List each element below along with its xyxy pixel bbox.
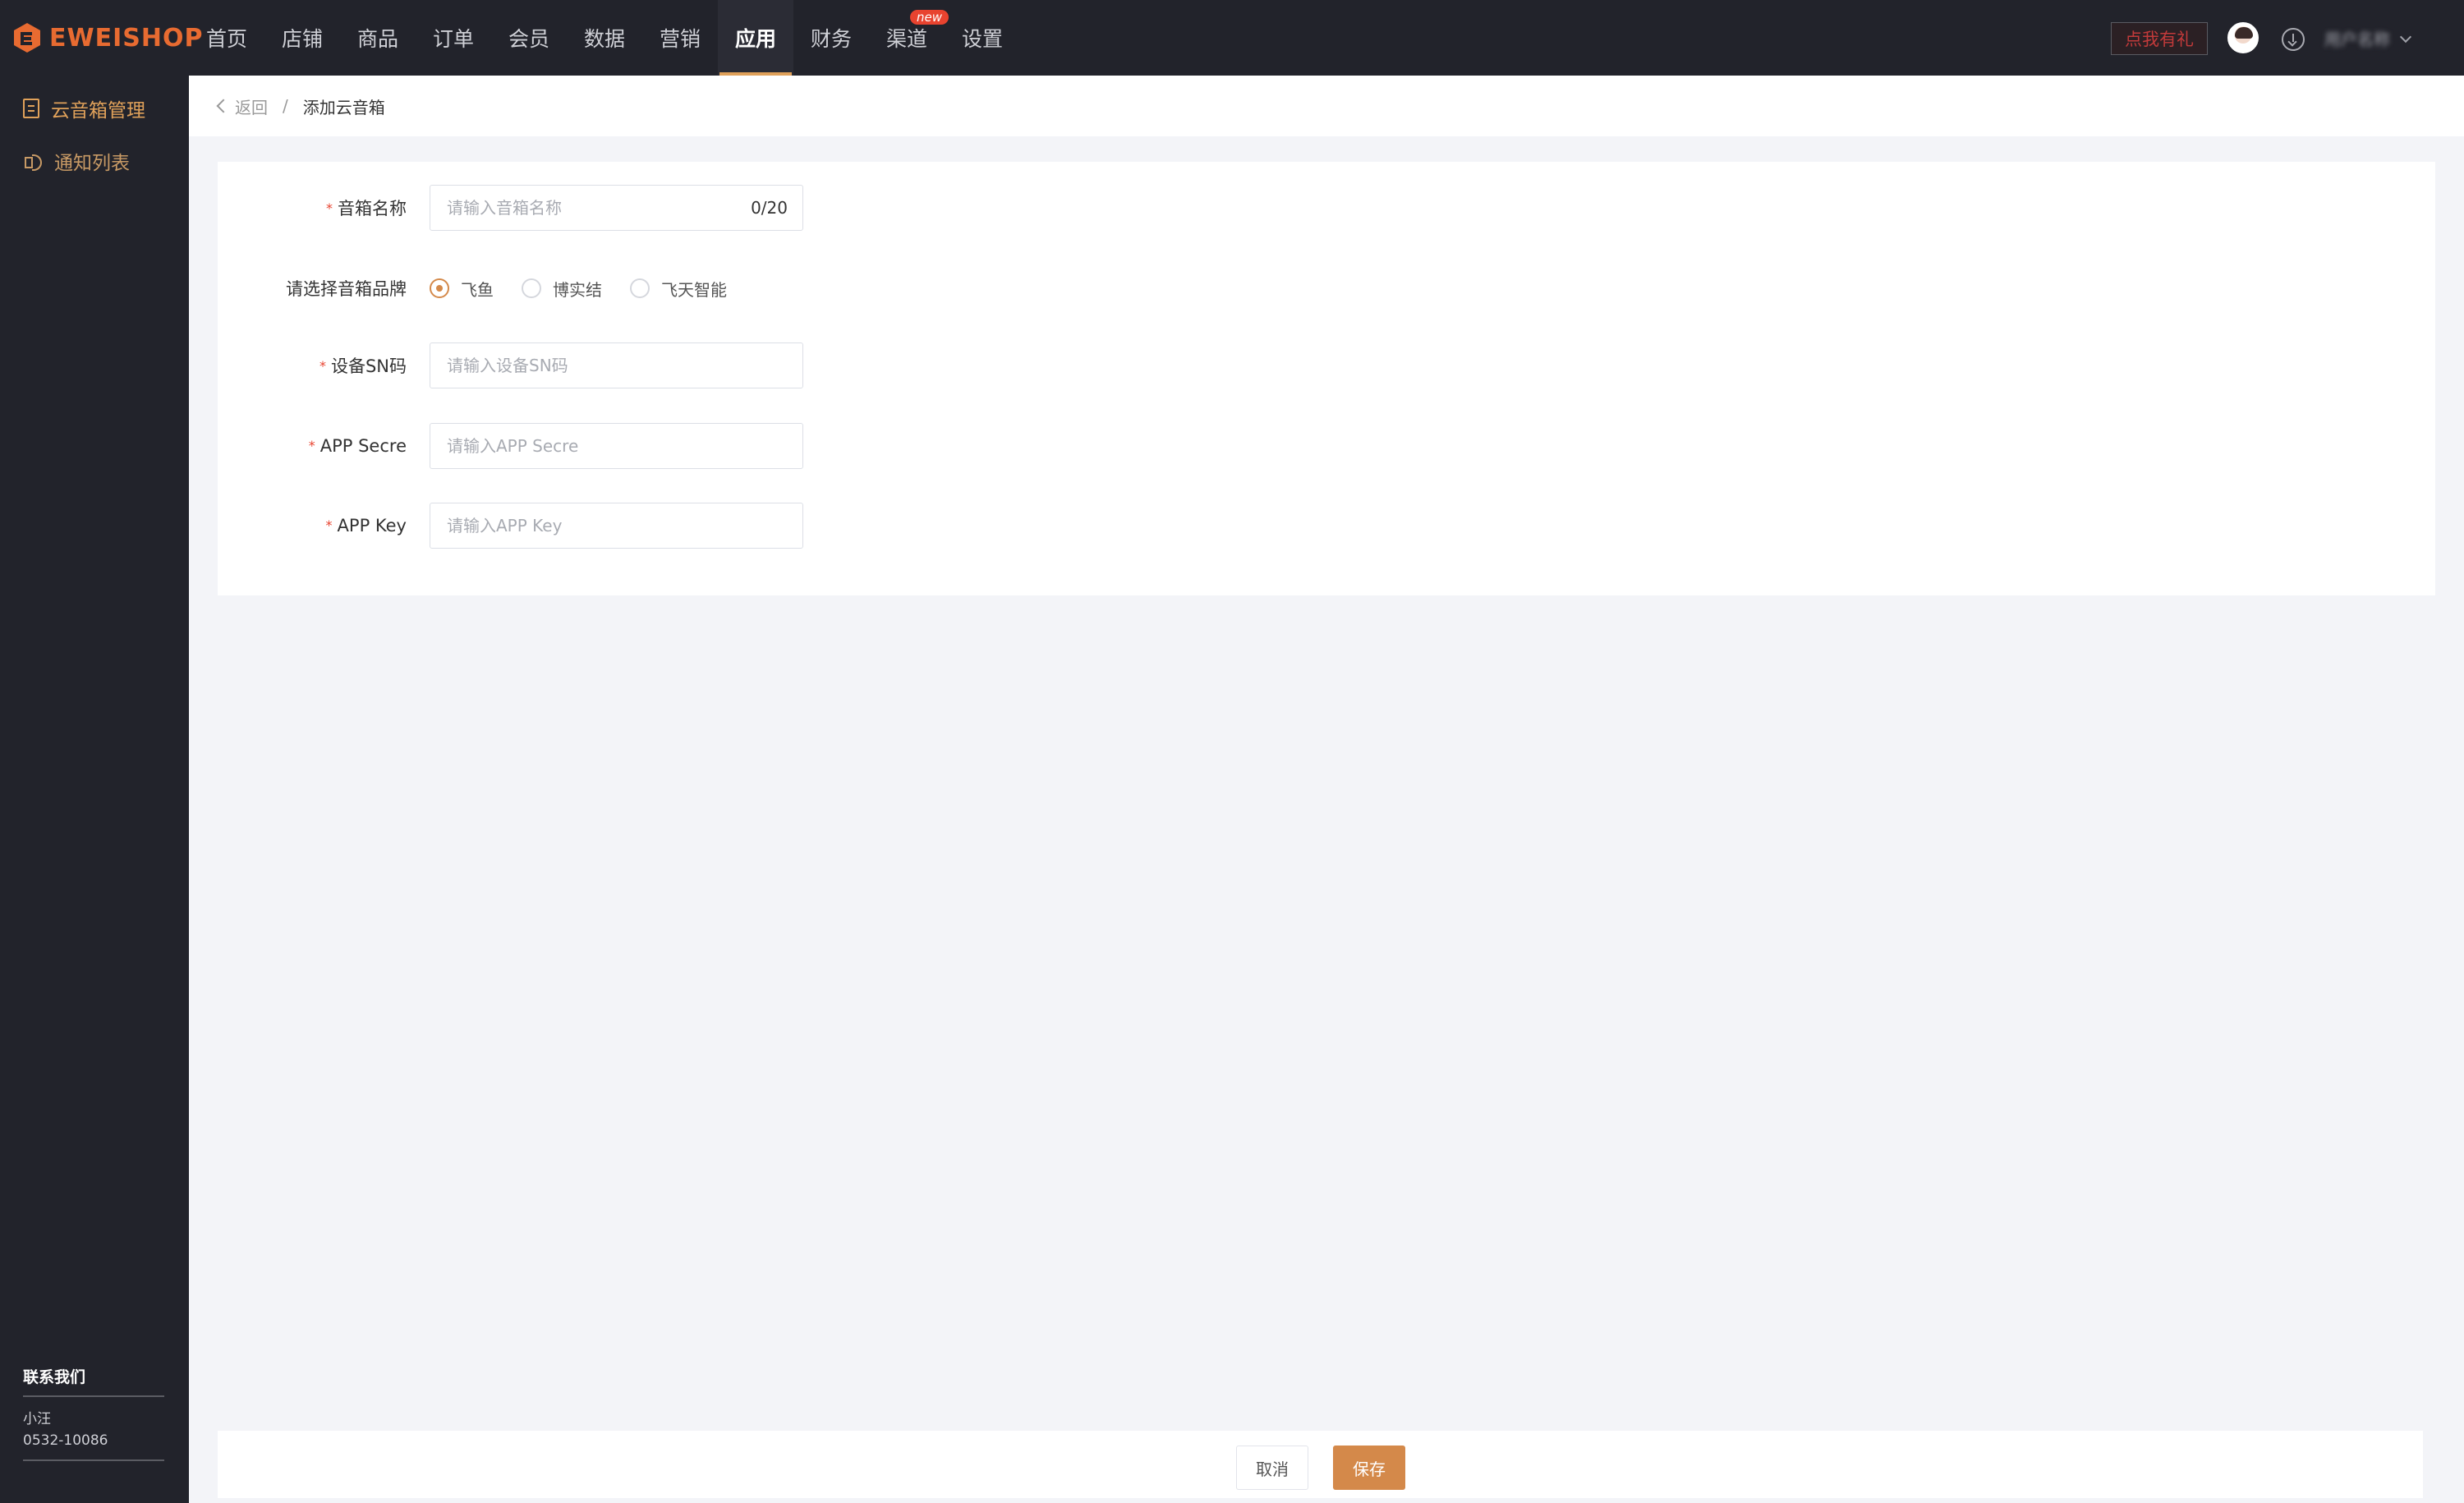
field-label: * 音箱名称 (218, 195, 407, 220)
sidebar-item-label: 云音箱管理 (51, 100, 145, 122)
sn-field[interactable] (430, 342, 803, 388)
form-card: *音箱名称 0/20 请选择音箱品牌 飞鱼 博实结 飞天智能 *设备SN码 (218, 162, 2435, 595)
nav-label: 店铺 (281, 27, 323, 51)
required-mark: * (326, 200, 333, 216)
new-badge: new (910, 10, 949, 25)
app-secre-field[interactable] (430, 423, 803, 469)
app-key-field[interactable] (430, 503, 803, 549)
field-label-text: 设备SN码 (330, 356, 407, 376)
form-row-app-key: * APP Key (218, 503, 2435, 549)
nav-item-orders[interactable]: 订单 (416, 0, 491, 76)
top-bar: EWEISHOP 首页 店铺 商品 订单 会员 数据 营销 应用 财务 渠道 n… (0, 0, 2464, 76)
back-link[interactable]: 返回 (235, 94, 268, 118)
radio-checked-icon[interactable] (430, 278, 449, 298)
form-row-sn: * 设备SN码 (218, 342, 2435, 388)
nav-item-settings[interactable]: 设置 (945, 0, 1020, 76)
breadcrumb-current: 添加云音箱 (302, 97, 385, 117)
nav-label: 会员 (508, 27, 549, 51)
speaker-name-input[interactable] (445, 197, 752, 218)
nav-label: 渠道 (885, 27, 927, 51)
nav-label: 营销 (659, 27, 701, 51)
nav-item-home[interactable]: 首页 (189, 0, 264, 76)
form-row-brand: 请选择音箱品牌 飞鱼 博实结 飞天智能 (218, 265, 2435, 311)
speaker-name-field[interactable]: 0/20 (430, 185, 803, 231)
char-counter: 0/20 (751, 198, 788, 218)
contact-phone: 0532-10086 (23, 1432, 108, 1449)
document-icon (23, 99, 39, 118)
field-label-text: 音箱名称 (338, 199, 407, 218)
cancel-button[interactable]: 取消 (1236, 1446, 1308, 1490)
contact-name: 小汪 (23, 1411, 51, 1427)
nav-label: 财务 (810, 27, 852, 51)
breadcrumb-separator: / (283, 96, 288, 116)
nav-label: 商品 (356, 27, 398, 51)
field-label: * 设备SN码 (218, 353, 407, 378)
nav-item-apps[interactable]: 应用 (718, 0, 793, 76)
nav-label: 设置 (961, 27, 1003, 51)
field-label: * APP Secre (218, 436, 407, 456)
chevron-left-icon[interactable] (216, 99, 231, 113)
field-label: 请选择音箱品牌 (286, 279, 407, 299)
nav-label: 应用 (734, 27, 776, 51)
download-icon[interactable] (2282, 28, 2305, 51)
logo-text: EWEISHOP (49, 23, 204, 53)
radio-unchecked-icon[interactable] (630, 278, 650, 298)
main-nav: 首页 店铺 商品 订单 会员 数据 营销 应用 财务 渠道 new 设置 (189, 0, 1020, 76)
nav-item-data[interactable]: 数据 (567, 0, 642, 76)
sidebar: 云音箱管理 通知列表 联系我们 小汪 0532-10086 (0, 76, 189, 1503)
form-row-speaker-name: * 音箱名称 0/20 (218, 185, 2435, 231)
logo-icon (14, 23, 40, 53)
brand-radio-boshijie[interactable]: 博实结 (522, 277, 602, 301)
field-label-text: APP Key (337, 516, 407, 535)
logo[interactable]: EWEISHOP (11, 0, 203, 76)
avatar[interactable] (2227, 22, 2259, 53)
field-label: * APP Key (218, 516, 407, 535)
save-button[interactable]: 保存 (1333, 1446, 1405, 1490)
contact-title: 联系我们 (23, 1365, 164, 1397)
speaker-icon (23, 151, 43, 171)
chevron-down-icon[interactable] (2399, 30, 2412, 44)
contact-info: 联系我们 小汪 0532-10086 (23, 1365, 164, 1461)
footer-action-bar: 取消 保存 (218, 1431, 2423, 1498)
nav-label: 首页 (205, 27, 247, 51)
nav-item-store[interactable]: 店铺 (264, 0, 340, 76)
required-mark: * (325, 517, 333, 533)
sn-input[interactable] (445, 355, 788, 376)
radio-unchecked-icon[interactable] (522, 278, 541, 298)
radio-label: 飞鱼 (461, 279, 494, 300)
sidebar-item-speaker-management[interactable]: 云音箱管理 (23, 92, 145, 125)
field-label-text: APP Secre (319, 436, 407, 456)
nav-item-marketing[interactable]: 营销 (642, 0, 718, 76)
nav-item-channels[interactable]: 渠道 new (869, 0, 949, 76)
radio-label: 博实结 (553, 279, 602, 300)
user-name[interactable]: 用户名称 (2324, 25, 2393, 51)
nav-item-products[interactable]: 商品 (340, 0, 416, 76)
radio-label: 飞天智能 (661, 279, 727, 300)
app-key-input[interactable] (445, 515, 788, 536)
brand-radio-feitian[interactable]: 飞天智能 (630, 277, 727, 301)
divider (23, 1459, 164, 1461)
brand-radio-feiyu[interactable]: 飞鱼 (430, 277, 494, 301)
sidebar-item-label: 通知列表 (54, 153, 130, 174)
app-secre-input[interactable] (445, 435, 788, 457)
required-mark: * (308, 438, 315, 453)
nav-item-members[interactable]: 会员 (491, 0, 567, 76)
gift-button[interactable]: 点我有礼 (2111, 22, 2208, 55)
nav-item-finance[interactable]: 财务 (793, 0, 869, 76)
breadcrumb: 返回 / 添加云音箱 (189, 76, 2464, 136)
nav-label: 订单 (432, 27, 474, 51)
sidebar-item-notification-list[interactable]: 通知列表 (23, 145, 130, 177)
nav-label: 数据 (583, 27, 625, 51)
brand-radio-group: 飞鱼 博实结 飞天智能 (430, 265, 755, 311)
form-row-app-secre: * APP Secre (218, 423, 2435, 469)
required-mark: * (319, 358, 326, 374)
